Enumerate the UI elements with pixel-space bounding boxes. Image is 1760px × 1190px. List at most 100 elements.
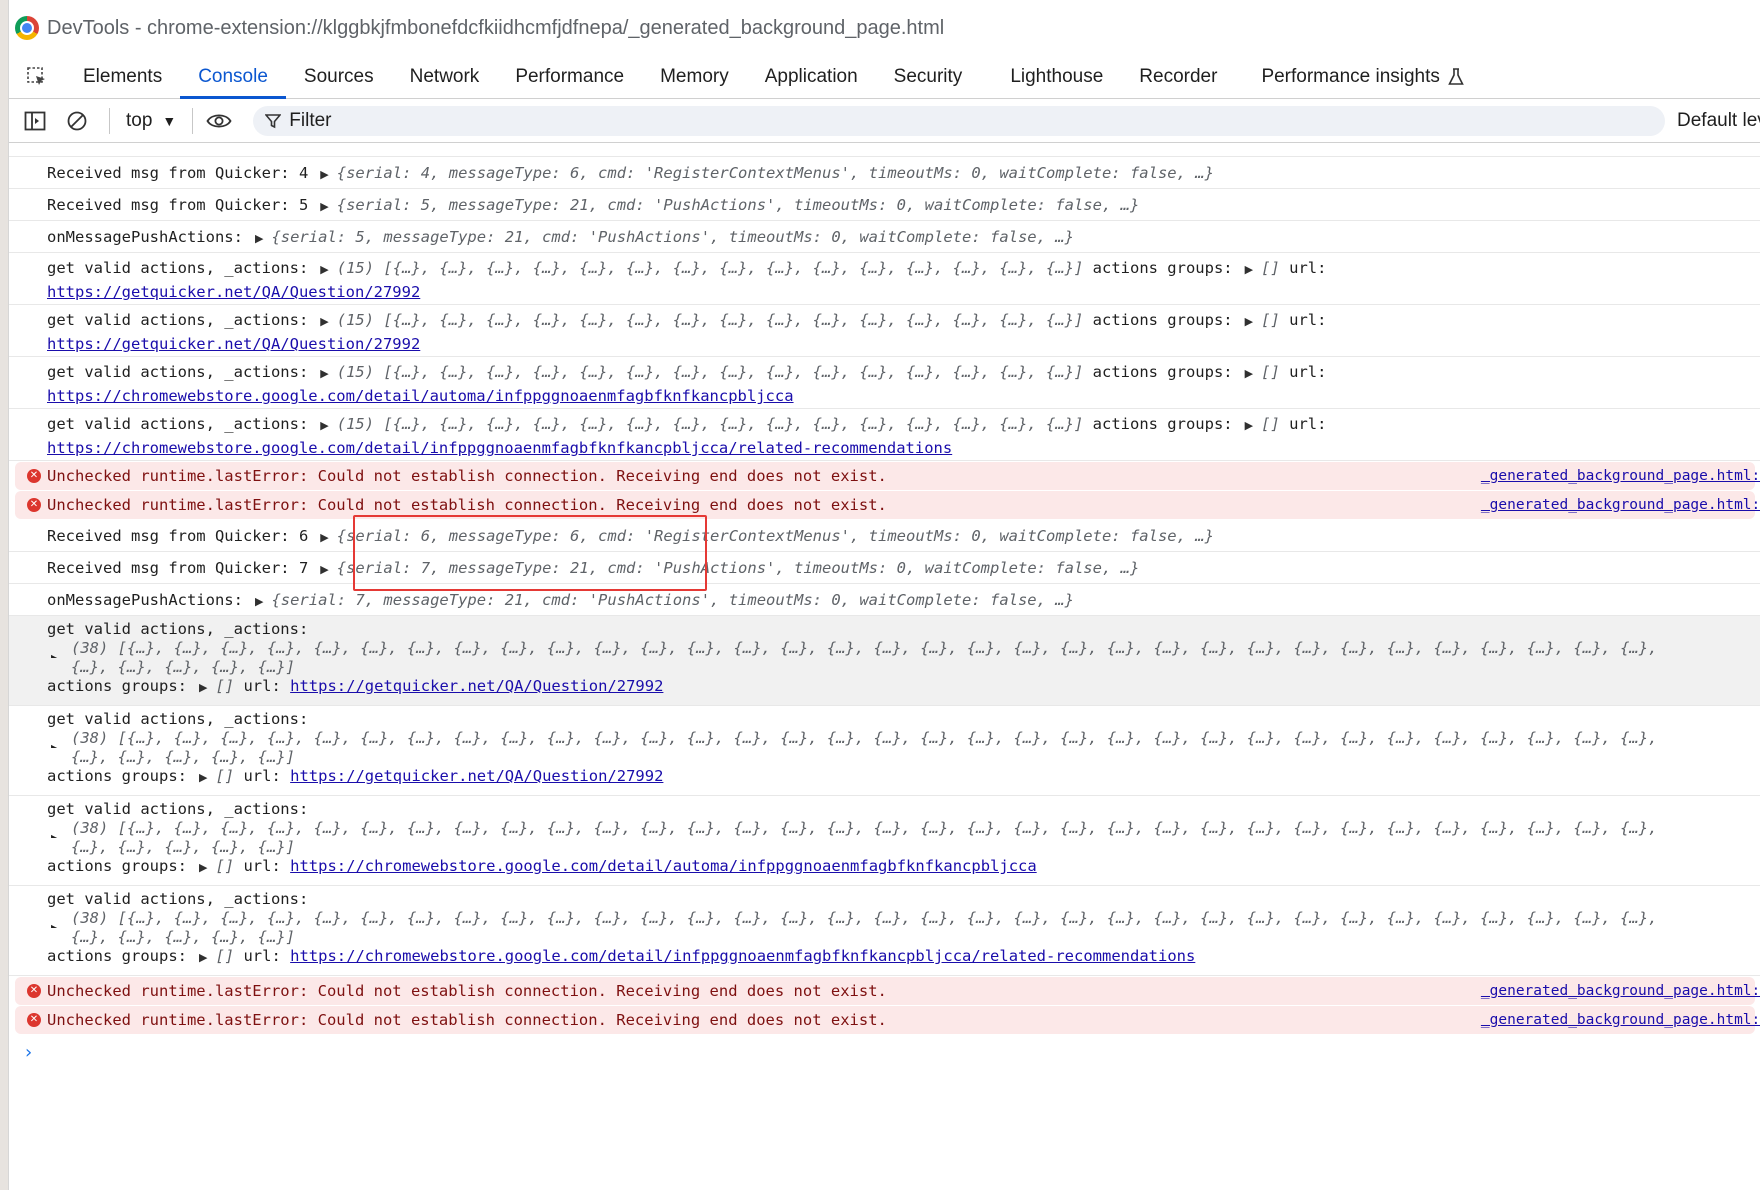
expand-triangle-icon[interactable]: ▶ bbox=[199, 948, 207, 967]
tab-memory[interactable]: Memory bbox=[642, 56, 747, 98]
expand-triangle-icon[interactable]: ▶ bbox=[320, 311, 328, 333]
context-label: top bbox=[126, 109, 153, 131]
tab-application[interactable]: Application bbox=[747, 56, 876, 98]
console-error: ✕ Unchecked runtime.lastError: Could not … bbox=[15, 977, 1760, 1005]
expand-triangle-icon[interactable]: ▶ bbox=[1245, 311, 1253, 333]
devtools-window: DevTools - chrome-extension://klggbkjfmb… bbox=[8, 0, 1760, 1190]
expand-triangle-icon[interactable]: ▶ bbox=[51, 919, 59, 928]
expand-triangle-icon[interactable]: ▶ bbox=[51, 649, 59, 658]
array-preview[interactable]: (15) [{…}, {…}, {…}, {…}, {…}, {…}, {…},… bbox=[337, 311, 1084, 329]
array-preview[interactable]: (15) [{…}, {…}, {…}, {…}, {…}, {…}, {…},… bbox=[337, 415, 1084, 433]
message-line: get valid actions, _actions: ▶ (15) [{…}, … bbox=[47, 257, 1760, 281]
array-preview[interactable]: (15) [{…}, {…}, {…}, {…}, {…}, {…}, {…},… bbox=[337, 259, 1084, 277]
console-message: get valid actions, _actions: ▶ (15) [{…}, … bbox=[9, 409, 1760, 461]
expand-triangle-icon[interactable]: ▶ bbox=[255, 586, 263, 615]
context-selector[interactable]: top ▼ bbox=[118, 110, 184, 132]
toggle-sidebar-button[interactable] bbox=[17, 103, 53, 139]
array-preview-cont[interactable]: {…}, {…}, {…}, {…}, {…}] bbox=[71, 928, 295, 946]
url-link[interactable]: https://chromewebstore.google.com/detail… bbox=[290, 947, 1195, 965]
empty-array[interactable]: [] bbox=[215, 677, 234, 695]
expand-triangle-icon[interactable]: ▶ bbox=[320, 554, 328, 583]
tab-sources[interactable]: Sources bbox=[286, 56, 392, 98]
source-link[interactable]: _generated_background_page.html:1 bbox=[1481, 1006, 1760, 1034]
url-link[interactable]: https://getquicker.net/QA/Question/27992 bbox=[47, 335, 420, 353]
url-link[interactable]: https://getquicker.net/QA/Question/27992 bbox=[290, 767, 663, 785]
expand-triangle-icon[interactable]: ▶ bbox=[320, 415, 328, 437]
filter-icon bbox=[265, 113, 282, 128]
empty-array[interactable]: [] bbox=[215, 767, 234, 785]
expand-triangle-icon[interactable]: ▶ bbox=[1245, 363, 1253, 385]
message-line: https://chromewebstore.google.com/detail… bbox=[47, 437, 1760, 459]
expand-triangle-icon[interactable]: ▶ bbox=[320, 363, 328, 385]
message-line: get valid actions, _actions: ▶ (15) [{…}, … bbox=[47, 361, 1760, 385]
expand-triangle-icon[interactable]: ▶ bbox=[51, 829, 59, 838]
url-label: url: bbox=[1289, 363, 1327, 381]
expand-triangle-icon[interactable]: ▶ bbox=[320, 159, 328, 188]
url-link[interactable]: https://getquicker.net/QA/Question/27992 bbox=[47, 283, 420, 301]
tab-elements[interactable]: Elements bbox=[65, 56, 180, 98]
empty-array[interactable]: [] bbox=[215, 947, 234, 965]
console-prompt[interactable]: › bbox=[9, 1035, 1760, 1071]
log-levels-dropdown[interactable]: Default levels bbox=[1677, 110, 1760, 132]
url-link[interactable]: https://chromewebstore.google.com/detail… bbox=[47, 387, 794, 405]
array-preview[interactable]: (38) [{…}, {…}, {…}, {…}, {…}, {…}, {…},… bbox=[71, 639, 1657, 657]
empty-array[interactable]: [] bbox=[1261, 415, 1280, 433]
toolbar-divider bbox=[109, 107, 110, 134]
tab-recorder[interactable]: Recorder bbox=[1121, 56, 1235, 98]
source-link[interactable]: _generated_background_page.html:1 bbox=[1481, 462, 1760, 490]
object-preview[interactable]: {serial: 5, messageType: 21, cmd: 'PushA… bbox=[337, 196, 1140, 214]
expand-triangle-icon[interactable]: ▶ bbox=[255, 223, 263, 252]
expand-triangle-icon[interactable]: ▶ bbox=[1245, 259, 1253, 281]
tab-security[interactable]: Security bbox=[876, 56, 981, 98]
url-link[interactable]: https://chromewebstore.google.com/detail… bbox=[47, 439, 952, 457]
expand-triangle-icon[interactable]: ▶ bbox=[199, 858, 207, 877]
expand-triangle-icon[interactable]: ▶ bbox=[320, 191, 328, 220]
tab-console[interactable]: Console bbox=[180, 56, 286, 99]
tab-lighthouse[interactable]: Lighthouse bbox=[992, 56, 1121, 98]
source-link[interactable]: _generated_background_page.html:1 bbox=[1481, 491, 1760, 519]
empty-array[interactable]: [] bbox=[215, 857, 234, 875]
object-preview[interactable]: {serial: 6, messageType: 6, cmd: 'Regist… bbox=[337, 527, 1214, 545]
inspect-element-button[interactable] bbox=[9, 56, 65, 98]
empty-array[interactable]: [] bbox=[1261, 259, 1280, 277]
clear-console-button[interactable] bbox=[59, 103, 95, 139]
expand-triangle-icon[interactable]: ▶ bbox=[1245, 415, 1253, 437]
object-preview[interactable]: {serial: 7, messageType: 21, cmd: 'PushA… bbox=[337, 559, 1140, 577]
message-prefix: get valid actions, _actions: bbox=[47, 363, 309, 381]
tab-network[interactable]: Network bbox=[392, 56, 498, 98]
console-message: onMessagePushActions: ▶ {serial: 5, messag… bbox=[9, 221, 1760, 253]
console-error: ✕ Unchecked runtime.lastError: Could not … bbox=[15, 491, 1760, 519]
filter-input[interactable]: Filter bbox=[253, 105, 1665, 136]
url-link[interactable]: https://getquicker.net/QA/Question/27992 bbox=[290, 677, 663, 695]
empty-array[interactable]: [] bbox=[1261, 311, 1280, 329]
url-link[interactable]: https://chromewebstore.google.com/detail… bbox=[290, 857, 1037, 875]
console-message: get valid actions, _actions: ▶ (15) [{…}, … bbox=[9, 357, 1760, 409]
array-preview[interactable]: (38) [{…}, {…}, {…}, {…}, {…}, {…}, {…},… bbox=[71, 729, 1657, 747]
array-preview-cont[interactable]: {…}, {…}, {…}, {…}, {…}] bbox=[71, 748, 295, 766]
object-preview[interactable]: {serial: 5, messageType: 21, cmd: 'PushA… bbox=[271, 228, 1074, 246]
expand-triangle-icon[interactable]: ▶ bbox=[320, 259, 328, 281]
array-preview-cont[interactable]: {…}, {…}, {…}, {…}, {…}] bbox=[71, 658, 295, 676]
array-preview[interactable]: (15) [{…}, {…}, {…}, {…}, {…}, {…}, {…},… bbox=[337, 363, 1084, 381]
source-link[interactable]: _generated_background_page.html:1 bbox=[1481, 977, 1760, 1005]
expand-triangle-icon[interactable]: ▶ bbox=[199, 678, 207, 697]
expand-triangle-icon[interactable]: ▶ bbox=[199, 768, 207, 787]
url-label: url: bbox=[1289, 259, 1327, 277]
array-preview[interactable]: (38) [{…}, {…}, {…}, {…}, {…}, {…}, {…},… bbox=[71, 819, 1657, 837]
console-message: Received msg from Quicker: 7 ▶ {serial: 7,… bbox=[9, 552, 1760, 584]
live-expression-button[interactable] bbox=[201, 103, 237, 139]
url-label: url: bbox=[243, 947, 281, 965]
sidebar-icon bbox=[24, 111, 46, 130]
empty-array[interactable]: [] bbox=[1261, 363, 1280, 381]
message-prefix: onMessagePushActions: bbox=[47, 591, 243, 609]
tab-performance-insights[interactable]: Performance insights bbox=[1243, 56, 1481, 98]
expand-triangle-icon[interactable]: ▶ bbox=[320, 522, 328, 551]
inspect-element-icon bbox=[27, 67, 45, 85]
array-preview-cont[interactable]: {…}, {…}, {…}, {…}, {…}] bbox=[71, 838, 295, 856]
expand-triangle-icon[interactable]: ▶ bbox=[51, 739, 59, 748]
object-preview[interactable]: {serial: 4, messageType: 6, cmd: 'Regist… bbox=[337, 164, 1214, 182]
message-line: get valid actions, _actions: ▶ (15) [{…}, … bbox=[47, 309, 1760, 333]
object-preview[interactable]: {serial: 7, messageType: 21, cmd: 'PushA… bbox=[271, 591, 1074, 609]
tab-performance[interactable]: Performance bbox=[497, 56, 642, 98]
array-preview[interactable]: (38) [{…}, {…}, {…}, {…}, {…}, {…}, {…},… bbox=[71, 909, 1657, 927]
